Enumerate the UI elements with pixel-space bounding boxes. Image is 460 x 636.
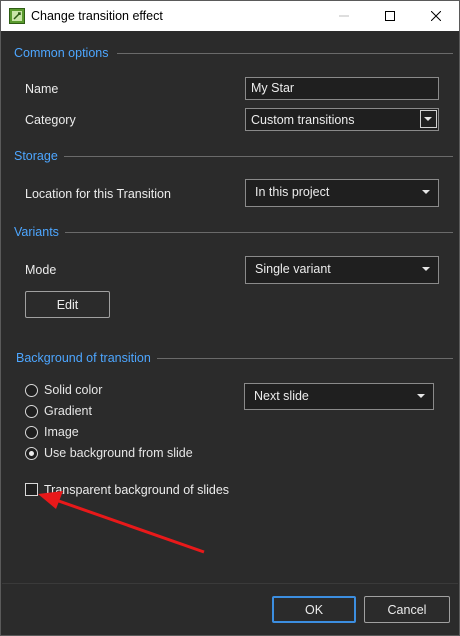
app-icon [9,8,25,24]
radio-label: Image [44,425,79,439]
background-divider [157,358,453,359]
radio-image[interactable]: Image [25,425,79,439]
storage-divider [63,156,453,157]
radio-use-background-from-slide[interactable]: Use background from slide [25,446,193,460]
maximize-button[interactable] [367,1,413,31]
storage-heading: Storage [14,149,64,163]
ok-button[interactable]: OK [272,596,356,623]
radio-label: Gradient [44,404,92,418]
name-field[interactable]: My Star [245,77,439,100]
radio-button[interactable] [25,404,38,418]
category-select-value: Custom transitions [251,113,355,127]
background-heading: Background of transition [16,351,157,365]
close-icon [431,11,441,21]
radio-gradient[interactable]: Gradient [25,404,92,418]
cancel-button[interactable]: Cancel [364,596,450,623]
chevron-down-icon [422,190,430,194]
variants-heading: Variants [14,225,65,239]
radio-solid-color[interactable]: Solid color [25,383,102,397]
name-label: Name [25,82,59,96]
location-select[interactable]: In this project [245,179,439,207]
mode-select[interactable]: Single variant [245,256,439,284]
title-bar: Change transition effect [1,1,459,31]
location-select-value: In this project [255,185,330,199]
category-select[interactable]: Custom transitions [245,108,439,131]
common-options-divider [117,53,453,54]
mode-label: Mode [25,263,57,277]
mode-select-value: Single variant [255,262,331,276]
minimize-button[interactable] [321,1,367,31]
minimize-icon [339,15,349,17]
variants-divider [63,232,453,233]
slide-source-select[interactable]: Next slide [244,383,434,410]
location-label: Location for this Transition [25,187,171,201]
radio-label: Solid color [44,383,103,397]
window-title: Change transition effect [31,9,163,23]
close-button[interactable] [413,1,459,31]
chevron-down-icon [417,394,425,398]
category-label: Category [25,113,76,127]
radio-button[interactable] [25,425,38,439]
edit-button[interactable]: Edit [25,291,110,318]
chevron-down-icon [424,117,432,121]
common-options-heading: Common options [14,46,115,60]
name-field-value: My Star [251,81,295,95]
maximize-icon [385,11,395,21]
radio-button[interactable] [25,446,38,460]
slide-source-value: Next slide [254,389,309,403]
category-dropdown-button[interactable] [420,110,437,128]
transparent-background-checkbox[interactable] [25,483,38,496]
radio-label: Use background from slide [44,446,193,460]
chevron-down-icon [422,267,430,271]
dialog-window: Change transition effect Common options … [0,0,460,636]
transparent-background-label: Transparent background of slides [44,483,230,497]
radio-button[interactable] [25,383,38,397]
